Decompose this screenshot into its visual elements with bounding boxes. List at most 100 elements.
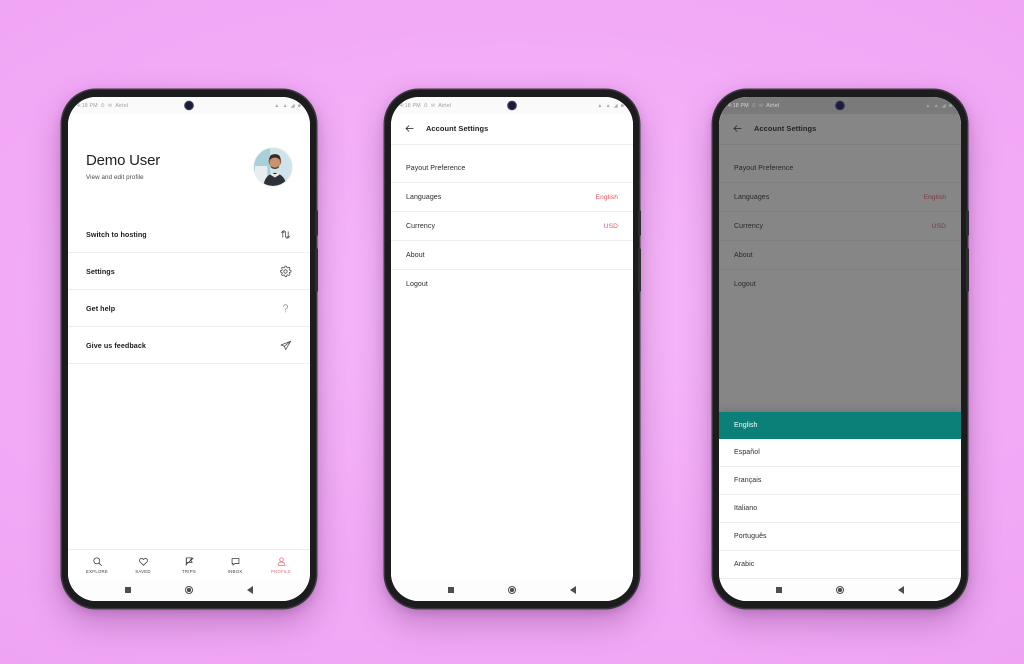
wifi-icon: ◢ (613, 102, 618, 109)
menu-item-settings[interactable]: Settings (68, 253, 310, 290)
bottom-tab-bar: EXPLORE SAVED TRIPS INBOX PROFILE (68, 549, 310, 579)
tab-explore[interactable]: EXPLORE (74, 556, 120, 574)
status-bar-right: ▲ ▲ ◢ ■ (925, 103, 952, 109)
tab-inbox[interactable]: INBOX (212, 556, 258, 574)
mockup-stage: 4:18 PM ⏱ ✉ Airtel ▲ ▲ ◢ ■ Demo User Vie… (0, 0, 1024, 664)
menu-item-label: Get help (86, 304, 116, 313)
language-option-italiano[interactable]: Italiano (719, 495, 961, 523)
phone-device-profile: 4:18 PM ⏱ ✉ Airtel ▲ ▲ ◢ ■ Demo User Vie… (62, 90, 318, 608)
language-option-label: Italiano (734, 505, 758, 512)
tab-profile[interactable]: PROFILE (258, 556, 304, 574)
recents-button[interactable] (125, 587, 131, 593)
paper-plane-icon (279, 339, 292, 352)
menu-item-label: Switch to hosting (86, 230, 147, 239)
status-bar-left: 4:18 PM ⏱ ✉ Airtel (77, 103, 128, 109)
message-icon: ✉ (430, 102, 436, 109)
front-camera-punch-hole (835, 101, 845, 110)
page-title: Account Settings (754, 124, 817, 133)
app-bar: Account Settings (719, 114, 961, 145)
settings-row-label: Logout (406, 281, 428, 288)
avatar[interactable] (254, 148, 292, 186)
settings-row-payout-preference[interactable]: Payout Preference (391, 154, 633, 183)
status-bar-time: 4:18 PM (728, 102, 749, 109)
settings-row-label: About (734, 252, 753, 259)
home-button[interactable] (836, 586, 844, 594)
settings-row-logout[interactable]: Logout (719, 270, 961, 298)
alarm-icon: ⏱ (751, 102, 756, 109)
settings-row-value: USD (931, 223, 946, 230)
language-option-espanol[interactable]: Español (719, 439, 961, 467)
signal-icon: ▲ (933, 102, 939, 109)
settings-row-label: Languages (406, 194, 442, 201)
menu-item-get-help[interactable]: Get help (68, 290, 310, 327)
settings-row-languages[interactable]: Languages English (719, 183, 961, 212)
signal-icon: ▲ (274, 102, 280, 109)
android-nav-bar (719, 579, 961, 601)
settings-row-currency[interactable]: Currency USD (391, 212, 633, 241)
recents-button[interactable] (448, 587, 454, 593)
settings-row-about[interactable]: About (391, 241, 633, 270)
profile-header[interactable]: Demo User View and edit profile (68, 114, 310, 186)
language-option-label: Français (734, 477, 762, 484)
profile-text-block: Demo User View and edit profile (86, 153, 160, 181)
home-button[interactable] (185, 586, 193, 594)
alarm-icon: ⏱ (423, 102, 428, 109)
wifi-icon: ◢ (941, 102, 946, 109)
back-arrow-icon[interactable] (732, 123, 743, 134)
settings-row-label: About (406, 252, 425, 259)
language-option-arabic[interactable]: Arabic (719, 551, 961, 579)
status-bar-carrier: Airtel (438, 102, 452, 109)
status-bar-carrier: Airtel (115, 102, 129, 109)
language-option-francais[interactable]: Français (719, 467, 961, 495)
tab-label: INBOX (227, 569, 243, 574)
phone1-content: Demo User View and edit profile Switch t… (68, 114, 310, 601)
status-bar-left: 4:18 PM ⏱ ✉ Airtel (728, 103, 779, 109)
phone3-status-bar: 4:18 PM ⏱ ✉ Airtel ▲ ▲ ◢ ■ (719, 97, 961, 114)
search-icon (92, 556, 103, 567)
front-camera-punch-hole (184, 101, 194, 110)
tab-saved[interactable]: SAVED (120, 556, 166, 574)
settings-list: Payout Preference Languages English Curr… (391, 145, 633, 298)
settings-row-value: USD (603, 223, 618, 230)
message-icon: ✉ (107, 102, 113, 109)
tab-label: PROFILE (270, 569, 292, 574)
phone2-content: Account Settings Payout Preference Langu… (391, 114, 633, 601)
phone-device-account-settings: 4:18 PM ⏱ ✉ Airtel ▲ ▲ ◢ ■ Account Setti… (385, 90, 641, 608)
back-button[interactable] (898, 586, 904, 594)
chat-bubble-icon (230, 556, 241, 567)
back-button[interactable] (247, 586, 253, 594)
settings-row-currency[interactable]: Currency USD (719, 212, 961, 241)
menu-item-give-us-feedback[interactable]: Give us feedback (68, 327, 310, 364)
settings-row-about[interactable]: About (719, 241, 961, 270)
status-bar-time: 4:18 PM (400, 102, 421, 109)
back-button[interactable] (570, 586, 576, 594)
flag-icon (184, 556, 195, 567)
heart-icon (138, 556, 149, 567)
settings-row-logout[interactable]: Logout (391, 270, 633, 298)
app-bar: Account Settings (391, 114, 633, 145)
settings-row-payout-preference[interactable]: Payout Preference (719, 154, 961, 183)
android-nav-bar (68, 579, 310, 601)
home-button[interactable] (508, 586, 516, 594)
settings-row-label: Currency (406, 223, 436, 230)
tab-trips[interactable]: TRIPS (166, 556, 212, 574)
menu-item-label: Settings (86, 267, 115, 276)
battery-icon: ■ (620, 102, 624, 109)
language-option-label: Español (734, 449, 760, 456)
menu-item-switch-to-hosting[interactable]: Switch to hosting (68, 216, 310, 253)
back-arrow-icon[interactable] (404, 123, 415, 134)
tab-label: TRIPS (182, 569, 196, 574)
phone2-screen: 4:18 PM ⏱ ✉ Airtel ▲ ▲ ◢ ■ Account Setti… (391, 97, 633, 601)
settings-row-languages[interactable]: Languages English (391, 183, 633, 212)
settings-row-value: English (923, 194, 946, 201)
battery-icon: ■ (948, 102, 952, 109)
language-picker-sheet: English Español Français Italiano Portug… (719, 412, 961, 601)
person-icon (276, 556, 287, 567)
signal-icon: ▲ (925, 102, 931, 109)
language-option-english[interactable]: English (719, 412, 961, 439)
settings-row-label: Payout Preference (734, 165, 794, 172)
recents-button[interactable] (776, 587, 782, 593)
question-mark-icon (279, 302, 292, 315)
profile-name: Demo User (86, 152, 161, 170)
language-option-portugues[interactable]: Português (719, 523, 961, 551)
